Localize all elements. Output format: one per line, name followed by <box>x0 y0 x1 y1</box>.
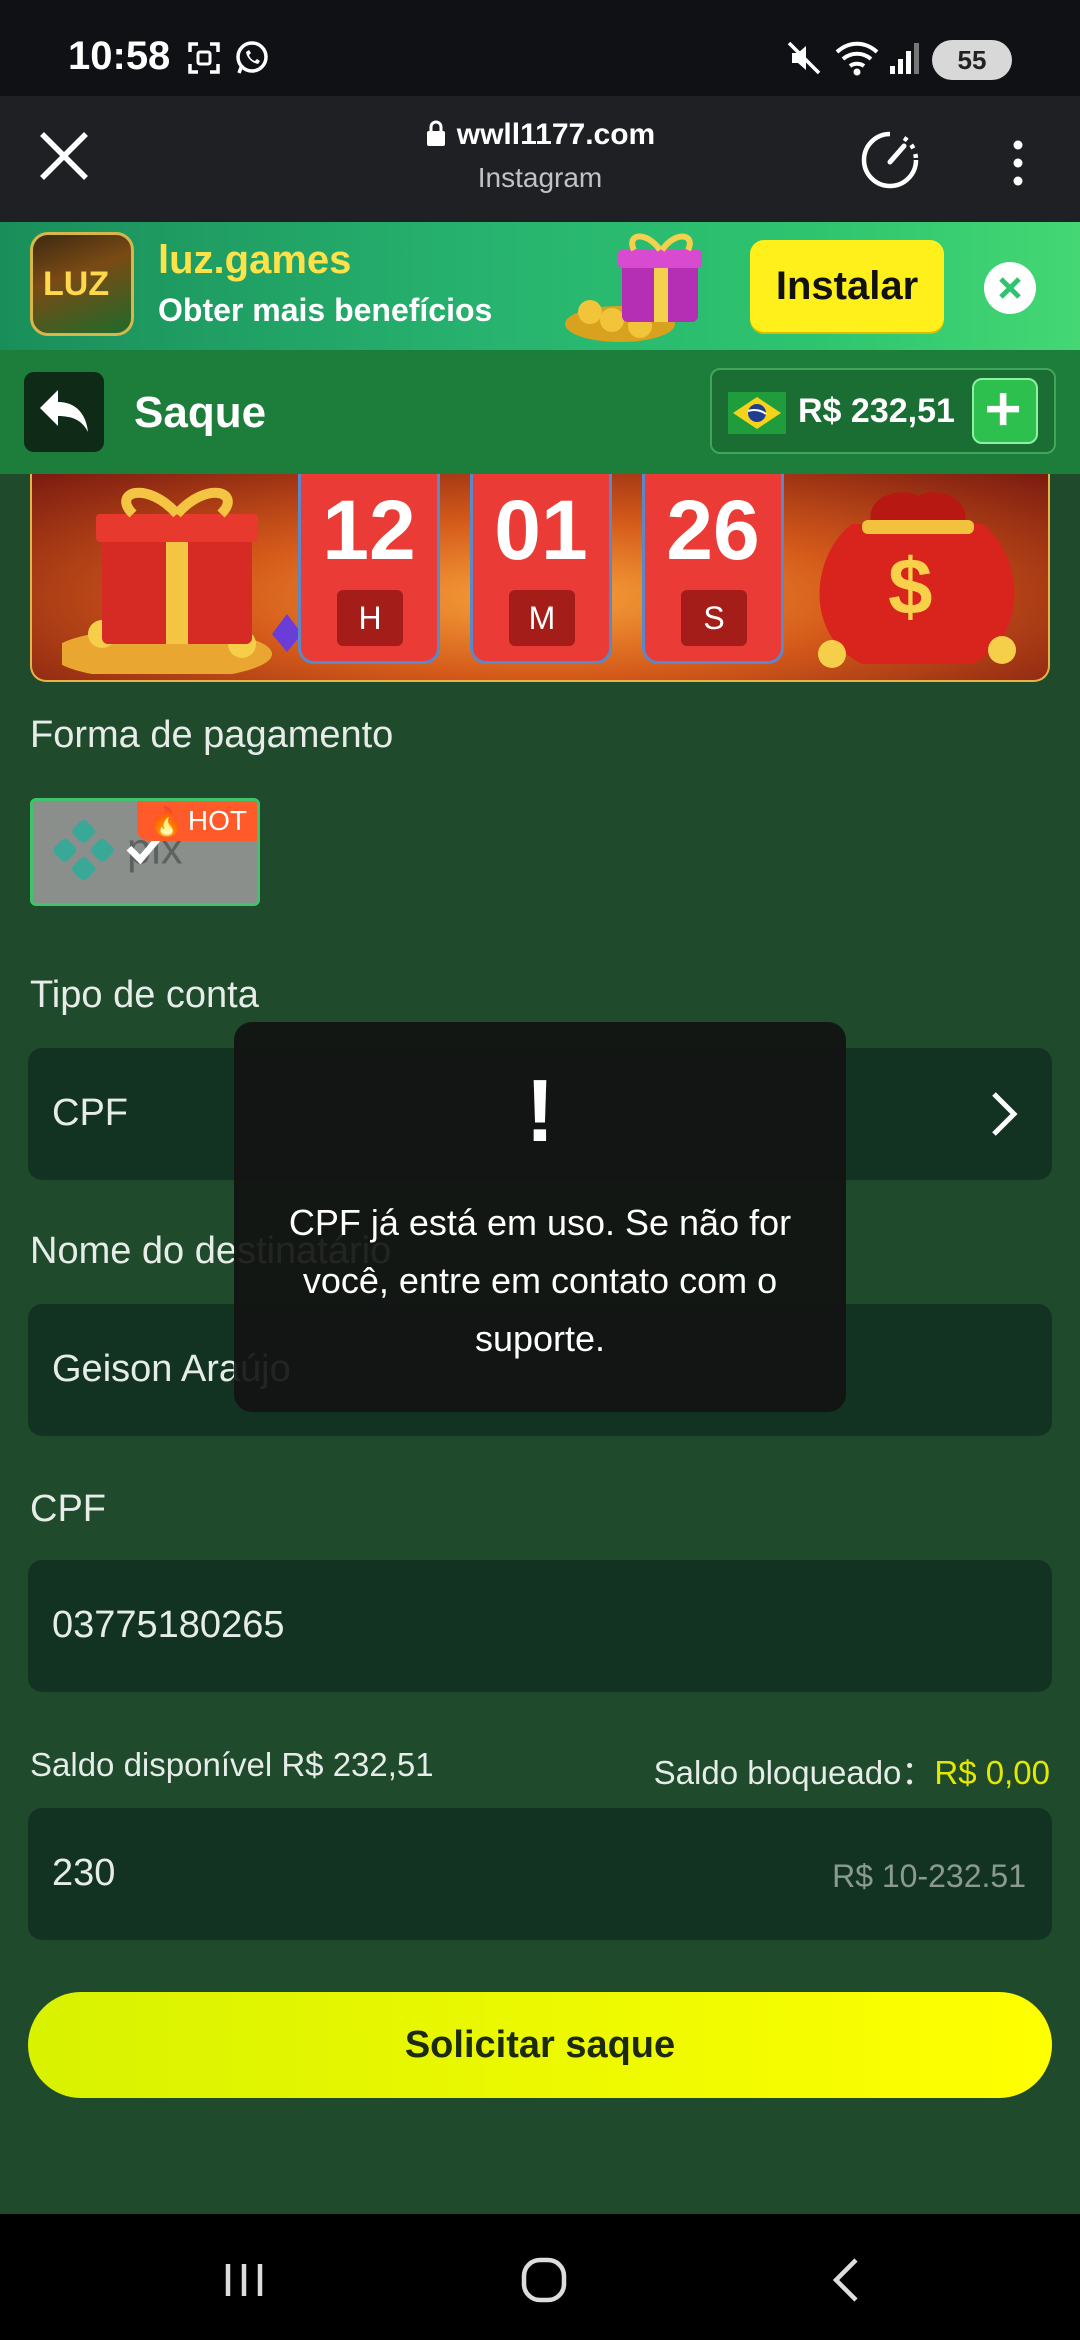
gift-coins-image <box>565 233 702 342</box>
cpf-value: 03775180265 <box>52 1604 285 1646</box>
countdown-seconds-value: 26 <box>666 483 760 577</box>
balance-widget: R$ 232,51 <box>710 368 1056 454</box>
battery-level: 55 <box>957 44 987 75</box>
account-type-label: Tipo de conta <box>30 974 259 1016</box>
flame-icon: 🔥 <box>149 805 184 837</box>
toast-message: CPF já está em uso. Se não for você, ent… <box>288 1202 792 1359</box>
cpf-label: CPF <box>30 1488 106 1530</box>
brazil-flag-icon <box>728 392 786 434</box>
browser-toolbar: wwll1177.com Instagram <box>0 96 1080 222</box>
cpf-field[interactable]: 03775180265 <box>28 1560 1052 1692</box>
back-icon[interactable] <box>818 2252 878 2308</box>
hot-badge-text: HOT <box>187 805 247 836</box>
more-options-icon[interactable] <box>1000 138 1036 188</box>
app-header: Saque R$ 232,51 <box>0 350 1080 474</box>
close-icon <box>999 277 1021 299</box>
countdown-hours: 12 H <box>298 474 440 664</box>
signal-icon <box>890 43 919 74</box>
svg-text:$: $ <box>888 542 933 631</box>
countdown-seconds: 26 S <box>642 474 784 664</box>
countdown-minutes-value: 01 <box>494 483 588 577</box>
install-button[interactable]: Instalar <box>750 240 944 332</box>
error-toast: ! CPF já está em uso. Se não for você, e… <box>234 1022 846 1412</box>
chevron-right-icon <box>992 1092 1018 1136</box>
deposit-button[interactable] <box>972 378 1038 444</box>
request-withdraw-button[interactable]: Solicitar saque <box>28 1992 1052 2098</box>
blocked-balance: Saldo bloqueado：R$ 0,00 <box>654 1746 1050 1794</box>
withdraw-amount-field[interactable]: 230 R$ 10-232.51 <box>28 1808 1052 1940</box>
payment-method-label: Forma de pagamento <box>30 714 394 756</box>
blocked-balance-value: R$ 0,00 <box>934 1754 1050 1791</box>
account-type-value: CPF <box>52 1092 128 1134</box>
countdown-seconds-label: S <box>681 590 747 646</box>
alert-icon: ! <box>525 1061 555 1160</box>
back-arrow-icon <box>40 390 88 432</box>
back-button[interactable] <box>24 372 104 452</box>
hot-badge: 🔥 HOT <box>137 801 257 841</box>
page-title: Saque <box>134 388 267 437</box>
battery-indicator: 55 <box>932 40 1012 80</box>
money-bag-image: $ <box>818 492 1016 668</box>
app-brand-name: luz.games <box>158 238 352 282</box>
home-icon[interactable] <box>514 2252 574 2308</box>
pix-payment-option[interactable]: pix 🔥 HOT <box>30 798 260 906</box>
plus-icon <box>987 393 1020 426</box>
gift-box-image <box>62 487 302 674</box>
balance-amount: R$ 232,51 <box>798 392 955 430</box>
countdown-hours-label: H <box>337 590 403 646</box>
app-tagline: Obter mais benefícios <box>158 292 493 328</box>
countdown-banner: 12 H 01 M 26 S $ <box>30 474 1050 682</box>
available-balance: Saldo disponível R$ 232,51 <box>30 1746 434 1783</box>
withdraw-amount-value: 230 <box>52 1852 116 1894</box>
url-text: wwll1177.com <box>456 118 656 151</box>
recent-apps-icon[interactable] <box>214 2252 274 2308</box>
mute-icon <box>787 41 821 75</box>
status-bar: 10:58 55 <box>0 0 1080 96</box>
countdown-hours-value: 12 <box>322 483 416 577</box>
status-time: 10:58 <box>68 34 171 78</box>
app-install-banner: LUZ luz.games Obter mais benefícios Inst… <box>0 222 1080 350</box>
wifi-icon <box>835 41 879 76</box>
screenshot-icon <box>188 42 220 74</box>
countdown-minutes: 01 M <box>470 474 612 664</box>
banner-close-button[interactable] <box>984 262 1036 314</box>
blocked-balance-label: Saldo bloqueado： <box>653 1754 935 1791</box>
speedometer-icon[interactable] <box>858 128 922 192</box>
app-logo: LUZ <box>30 232 134 336</box>
countdown-minutes-label: M <box>509 590 575 646</box>
system-nav-bar <box>0 2214 1080 2340</box>
whatsapp-icon <box>236 41 268 74</box>
withdraw-amount-range: R$ 10-232.51 <box>832 1858 1026 1894</box>
lock-icon <box>426 120 445 146</box>
app-logo-text: LUZ <box>43 265 110 303</box>
